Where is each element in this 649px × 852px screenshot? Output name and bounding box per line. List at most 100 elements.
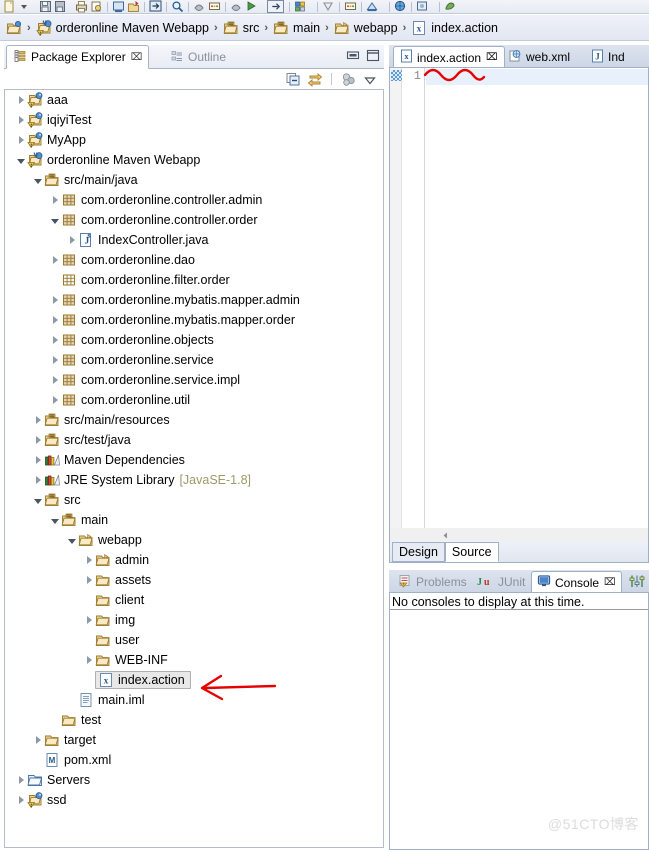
breadcrumb-item[interactable]: webapp	[334, 20, 398, 36]
project-tree[interactable]: aaa iqiyiTest MyApp Morderonline Maven Weba…	[4, 89, 384, 848]
chevron-right-icon[interactable]	[49, 370, 61, 390]
close-icon[interactable]: ⌧	[131, 52, 143, 63]
tree-item[interactable]: JRE System Library [JavaSE-1.8]	[5, 470, 383, 490]
collapse-all-icon[interactable]	[286, 72, 302, 87]
tree-item-selected[interactable]: x index.action	[5, 670, 383, 690]
tree-item[interactable]: client	[5, 590, 383, 610]
print-preview-icon[interactable]	[90, 0, 103, 13]
pin-editor-icon[interactable]	[444, 0, 457, 13]
tree-item[interactable]: ssd	[5, 790, 383, 810]
tree-item[interactable]: com.orderonline.filter.order	[5, 270, 383, 290]
tab-web-xml[interactable]: web.xml	[502, 46, 576, 67]
minimize-view-button[interactable]	[346, 49, 360, 62]
chevron-right-icon[interactable]	[49, 190, 61, 210]
tree-item[interactable]: Morderonline Maven Webapp	[5, 150, 383, 170]
previous-annotation-icon[interactable]	[294, 0, 307, 13]
chevron-down-icon[interactable]	[15, 150, 27, 170]
maximize-view-button[interactable]	[366, 49, 380, 62]
build-all-icon[interactable]	[112, 0, 125, 13]
tab-design[interactable]: Design	[392, 542, 445, 562]
tree-item[interactable]: com.orderonline.controller.admin	[5, 190, 383, 210]
tree-item[interactable]: com.orderonline.mybatis.mapper.order	[5, 310, 383, 330]
tree-item[interactable]: assets	[5, 570, 383, 590]
chevron-right-icon[interactable]	[32, 470, 44, 490]
breadcrumb-item[interactable]: Morderonline Maven Webapp	[35, 19, 209, 36]
tree-item[interactable]: main	[5, 510, 383, 530]
open-task-icon[interactable]	[344, 0, 357, 13]
new-wizard-dropdown-icon[interactable]	[18, 0, 31, 13]
next-annotation-icon[interactable]	[149, 0, 162, 13]
tab-index-action[interactable]: x index.action ⌧	[393, 46, 505, 67]
tree-item[interactable]: Servers	[5, 770, 383, 790]
view-menu-icon[interactable]	[362, 72, 378, 87]
tree-item[interactable]: com.orderonline.util	[5, 390, 383, 410]
chevron-down-icon[interactable]	[49, 210, 61, 230]
save-icon[interactable]	[39, 0, 52, 13]
chevron-right-icon[interactable]	[32, 410, 44, 430]
tree-item[interactable]: user	[5, 630, 383, 650]
chevron-right-icon[interactable]	[15, 110, 27, 130]
tree-item[interactable]: Maven Dependencies	[5, 450, 383, 470]
tree-item[interactable]: src/main/resources	[5, 410, 383, 430]
tree-item[interactable]: src/test/java	[5, 430, 383, 450]
save-dropdown-icon[interactable]	[54, 0, 67, 13]
tab-problems[interactable]: ! Problems	[393, 571, 472, 592]
tree-item[interactable]: com.orderonline.service	[5, 350, 383, 370]
tree-item[interactable]: src/main/java	[5, 170, 383, 190]
tab-console[interactable]: Console ⌧	[531, 571, 622, 592]
breadcrumb-item[interactable]: x index.action	[411, 20, 498, 36]
tree-item[interactable]: test	[5, 710, 383, 730]
open-type-icon[interactable]	[193, 0, 206, 13]
tree-item[interactable]: main.iml	[5, 690, 383, 710]
chevron-right-icon[interactable]	[49, 390, 61, 410]
chevron-right-icon[interactable]	[83, 610, 95, 630]
chevron-right-icon[interactable]	[49, 290, 61, 310]
tree-item[interactable]: MyApp	[5, 130, 383, 150]
tree-item[interactable]: aaa	[5, 90, 383, 110]
link-with-editor-icon[interactable]	[307, 72, 323, 87]
editor-annotation-ruler[interactable]	[390, 68, 402, 528]
tab-source[interactable]: Source	[444, 542, 499, 562]
run-icon[interactable]	[245, 0, 258, 13]
chevron-right-icon[interactable]	[15, 770, 27, 790]
breadcrumb-item[interactable]: main	[273, 20, 320, 36]
chevron-right-icon[interactable]	[49, 350, 61, 370]
focus-on-active-task-icon[interactable]	[341, 72, 357, 87]
print-icon[interactable]	[75, 0, 88, 13]
debug-icon[interactable]	[322, 0, 335, 13]
console-preferences-icon[interactable]	[628, 574, 646, 589]
chevron-right-icon[interactable]	[49, 250, 61, 270]
breadcrumb-item[interactable]	[6, 20, 22, 36]
close-icon[interactable]: ⌧	[604, 577, 616, 588]
new-file-icon[interactable]	[3, 0, 16, 13]
chevron-right-icon[interactable]	[83, 550, 95, 570]
tree-item[interactable]: iqiyiTest	[5, 110, 383, 130]
chevron-right-icon[interactable]	[15, 790, 27, 810]
chevron-right-icon[interactable]	[32, 430, 44, 450]
search-icon[interactable]	[171, 0, 184, 13]
breadcrumb-item[interactable]: src	[223, 20, 259, 36]
tree-item[interactable]: com.orderonline.controller.order	[5, 210, 383, 230]
tree-item[interactable]: webapp	[5, 530, 383, 550]
perspective-icon[interactable]	[366, 0, 379, 13]
chevron-right-icon[interactable]	[83, 570, 95, 590]
tab-outline[interactable]: Outline	[164, 45, 232, 69]
chevron-down-icon[interactable]	[49, 510, 61, 530]
tab-index-controller[interactable]: J Ind	[585, 46, 631, 67]
tree-item[interactable]: com.orderonline.dao	[5, 250, 383, 270]
open-task-icon[interactable]	[208, 0, 221, 13]
console-output-area[interactable]: No consoles to display at this time.	[389, 593, 649, 850]
source-editor[interactable]: 1	[389, 68, 649, 528]
toggle-breadcrumb-icon[interactable]	[416, 0, 429, 13]
tree-item[interactable]: target	[5, 730, 383, 750]
close-icon[interactable]: ⌧	[486, 52, 498, 63]
tree-item[interactable]: Mpom.xml	[5, 750, 383, 770]
chevron-down-icon[interactable]	[66, 530, 78, 550]
tree-item[interactable]: Js IndexController.java	[5, 230, 383, 250]
chevron-right-icon[interactable]	[83, 650, 95, 670]
editor-text-content[interactable]	[426, 68, 648, 528]
external-tools-icon[interactable]	[127, 0, 140, 13]
chevron-right-icon[interactable]	[49, 310, 61, 330]
tree-item[interactable]: com.orderonline.objects	[5, 330, 383, 350]
tree-item[interactable]: admin	[5, 550, 383, 570]
